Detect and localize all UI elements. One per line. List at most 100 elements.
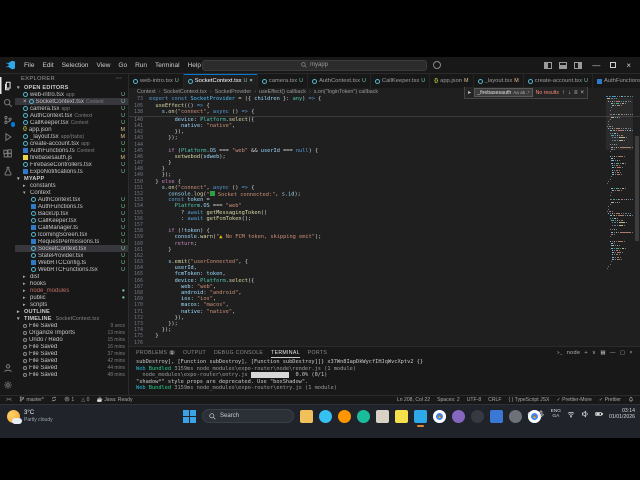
status-master-[interactable]: master* <box>19 396 44 404</box>
tree-item-CallManager.ts[interactable]: CallManager.ts U <box>15 224 128 231</box>
tree-item-WebRTCFunctions.tsx[interactable]: WebRTCFunctions.tsx U <box>15 266 128 273</box>
wifi-icon[interactable] <box>567 410 575 418</box>
toggle-secondary-sidebar-icon[interactable] <box>574 61 583 69</box>
open-editor-item[interactable]: firebasesauth.js M <box>15 154 128 161</box>
tree-item-BackUp.tsx[interactable]: BackUp.tsx U <box>15 210 128 217</box>
taskbar-photos-icon[interactable] <box>490 409 503 423</box>
taskbar-store-teal-icon[interactable] <box>357 409 370 423</box>
tab-web-intro.tsx[interactable]: web-intro.tsx U <box>129 74 184 88</box>
taskbar-sticky-notes-icon[interactable] <box>395 409 408 423</box>
breadcrumb-item[interactable]: s.on("loginToken") callback <box>314 89 378 95</box>
tab-AuthContext.tsx[interactable]: AuthContext.tsx U <box>308 74 371 88</box>
open-editor-item[interactable]: AuthFunctions.ts Context U <box>15 147 128 154</box>
tab-AuthFunctions.ts[interactable]: AuthFunctions.tsU <box>593 74 640 88</box>
panel-tab-debug-console[interactable]: DEBUG CONSOLE <box>214 347 263 358</box>
close-icon[interactable]: × <box>23 99 27 105</box>
minimize-button[interactable]: — <box>589 61 603 70</box>
activitybar-testing-icon[interactable] <box>0 162 15 179</box>
panel-tab-output[interactable]: OUTPUT <box>183 347 206 358</box>
battery-icon[interactable] <box>595 410 603 418</box>
tree-item-StateProvider.tsx[interactable]: StateProvider.tsx U <box>15 252 128 259</box>
menu-go[interactable]: Go <box>114 62 131 69</box>
breadcrumb-item[interactable]: Context <box>137 89 156 95</box>
activitybar-search-icon[interactable] <box>0 94 15 111</box>
close-button[interactable]: × <box>623 61 634 70</box>
activitybar-extensions-icon[interactable] <box>0 145 15 162</box>
timeline-item[interactable]: File Saved 9 secs <box>15 322 128 329</box>
tab-camera.tsx[interactable]: camera.tsx U <box>258 74 309 88</box>
status-spaces-2[interactable]: Spaces: 2 <box>437 397 460 403</box>
code-editor[interactable]: 73 export const SocketProvider = ({ child… <box>129 96 640 346</box>
panel-tab-terminal[interactable]: TERMINAL <box>271 347 300 358</box>
toggle-sidebar-icon[interactable] <box>544 61 553 69</box>
find-option-Aa[interactable]: Aa <box>513 90 519 95</box>
activitybar-explorer-icon[interactable] <box>0 77 15 94</box>
menu-view[interactable]: View <box>92 62 114 69</box>
status-remote[interactable]: >< <box>6 397 12 403</box>
timeline-item[interactable]: Undo / Redo 15 mins <box>15 336 128 343</box>
panel-tab-ports[interactable]: PORTS <box>308 347 327 358</box>
status-crlf[interactable]: CRLF <box>488 397 501 403</box>
start-button[interactable] <box>183 409 196 423</box>
open-editor-item[interactable]: {} app.json M <box>15 126 128 133</box>
code-lines[interactable]: 140 device: Platform.select({141 native: "… <box>129 117 640 346</box>
taskbar-clock[interactable]: 03:14 01/01/2026 <box>609 408 635 420</box>
panel-tab-problems[interactable]: PROBLEMS 1 <box>136 347 175 358</box>
tree-item-scripts[interactable]: ▸ scripts <box>15 301 128 308</box>
outline-header[interactable]: ▸ OUTLINE <box>15 308 128 315</box>
timeline-item[interactable]: File Saved 44 mins <box>15 364 128 371</box>
tree-item-RequestPermissions.ts[interactable]: RequestPermissions.ts U <box>15 238 128 245</box>
activitybar-settings-icon[interactable] <box>0 376 15 393</box>
tree-item-hooks[interactable]: ▸ hooks <box>15 280 128 287</box>
tray-chevron-icon[interactable]: ∧ <box>527 411 531 417</box>
close-icon[interactable]: × <box>249 78 252 84</box>
sticky-line[interactable]: 105 useEffect(() => { <box>129 103 640 110</box>
status-ln-208-col-22[interactable]: Ln 208, Col 22 <box>397 397 430 403</box>
minimap-viewport[interactable] <box>606 98 633 150</box>
taskbar-edge-browser-icon[interactable] <box>319 409 332 423</box>
tab-app.json[interactable]: {} app.json M <box>430 74 474 88</box>
breadcrumb-item[interactable]: SocketProvider <box>215 89 252 95</box>
toggle-panel-icon[interactable] <box>559 61 568 69</box>
minimap[interactable] <box>606 96 633 346</box>
status-java-ready[interactable]: ☕ Java: Ready <box>96 397 132 403</box>
open-editor-item[interactable]: create-account.tsx app U <box>15 140 128 147</box>
open-editor-item[interactable]: AuthContext.tsx Context U <box>15 112 128 119</box>
tree-item-Context[interactable]: ▾ Context <box>15 189 128 196</box>
timeline-item[interactable]: File Saved 48 mins <box>15 371 128 378</box>
breadcrumb-item[interactable]: useEffect() callback <box>259 89 306 95</box>
status-bell[interactable] <box>628 396 634 404</box>
tree-item-WebRTCConfig.ts[interactable]: WebRTCConfig.ts U <box>15 259 128 266</box>
keyboard-layout[interactable]: ENG GA <box>551 409 561 420</box>
find-prev-icon[interactable]: ↑ <box>562 90 565 96</box>
timeline-item[interactable]: Organize Imports 13 mins <box>15 329 128 336</box>
volume-icon[interactable] <box>581 410 589 418</box>
tab-SocketContext.tsx[interactable]: SocketContext.tsx U × <box>183 74 258 88</box>
find-next-icon[interactable]: ↓ <box>568 90 571 96</box>
terminal-dropdown-icon[interactable]: ∨ <box>592 350 596 356</box>
tab-create-account.tsx[interactable]: create-account.tsx U <box>524 74 594 88</box>
activitybar-source-control-icon[interactable] <box>0 111 15 128</box>
taskbar-search[interactable]: Search <box>202 409 294 423</box>
taskbar-chrome-browser-icon[interactable] <box>433 409 446 423</box>
timeline-item[interactable]: File Saved 37 mins <box>15 350 128 357</box>
code-line[interactable]: 176 <box>129 340 640 346</box>
taskbar-vscode-icon[interactable] <box>414 409 427 427</box>
status--typescript-jsx[interactable]: { } TypeScript JSX <box>508 397 549 403</box>
menu-run[interactable]: Run <box>131 62 151 69</box>
tree-item-CallKeeper.tsx[interactable]: CallKeeper.tsx U <box>15 217 128 224</box>
terminal-output[interactable]: subDestroy], [Function subDestroy], [Fun… <box>129 358 640 395</box>
taskbar-settings-circle-icon[interactable] <box>509 409 522 423</box>
find-in-selection-icon[interactable]: ≡ <box>574 90 578 96</box>
tree-item-public[interactable]: ▸ public ● <box>15 294 128 301</box>
tree-item-AuthContext.tsx[interactable]: AuthContext.tsx U <box>15 196 128 203</box>
find-collapse-icon[interactable]: ▸ <box>468 89 471 96</box>
taskbar-discord-icon[interactable] <box>471 409 484 423</box>
tree-item-node_modules[interactable]: ▸ node_modules ● <box>15 287 128 294</box>
tree-item-IcomingScreen.tsx[interactable]: IcomingScreen.tsx U <box>15 231 128 238</box>
maximize-panel-icon[interactable]: ▢ <box>620 350 626 356</box>
menu-terminal[interactable]: Terminal <box>151 62 184 69</box>
find-close-icon[interactable]: × <box>580 90 584 96</box>
timeline-item[interactable]: File Saved 16 mins <box>15 343 128 350</box>
tree-item-AuthFunctions.ts[interactable]: AuthFunctions.ts U <box>15 203 128 210</box>
